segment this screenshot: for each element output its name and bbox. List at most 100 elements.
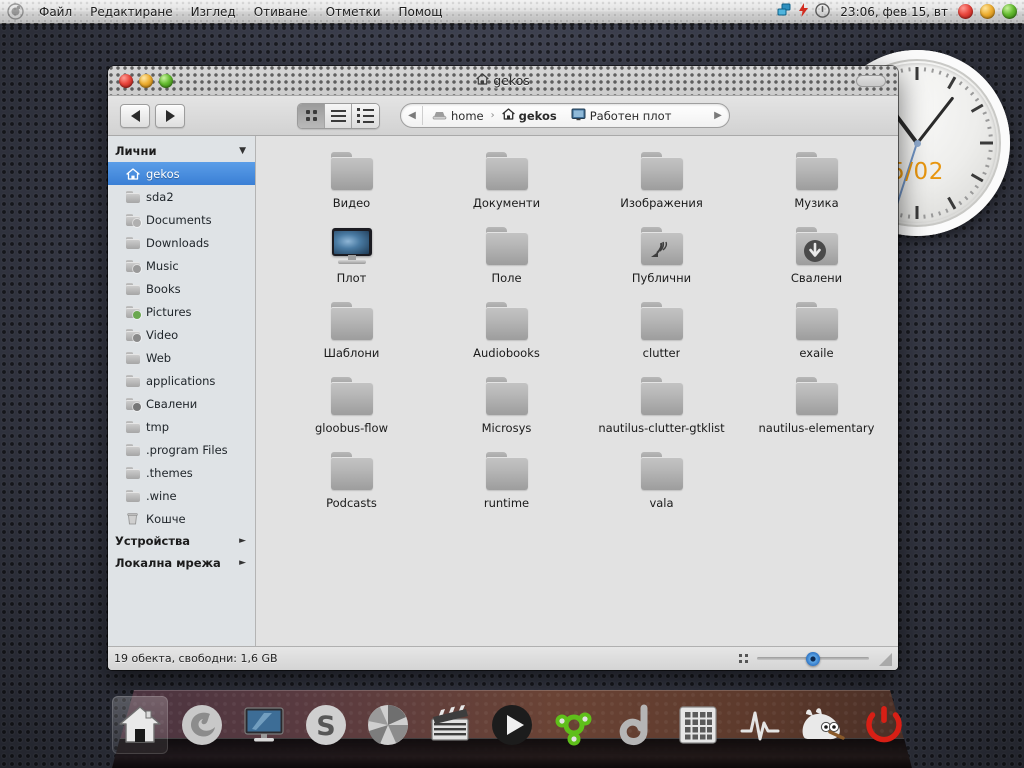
dock-item-monitor[interactable] (732, 696, 788, 754)
dock-item-home[interactable] (112, 696, 168, 754)
sidebar-item-gekos[interactable]: gekos (108, 162, 255, 185)
zoom-slider-knob[interactable] (806, 651, 820, 666)
breadcrumb-item-home[interactable]: home (425, 105, 491, 126)
folder-downloads-icon (126, 397, 141, 411)
file-icon-item[interactable]: Музика (739, 150, 894, 225)
breadcrumb-item-desktop[interactable]: Работен плот (564, 105, 679, 126)
clock-tick (988, 149, 993, 152)
clock-tick (947, 196, 957, 210)
back-button[interactable] (120, 103, 150, 128)
breadcrumb-scroll-left[interactable]: ◀ (404, 110, 420, 121)
dock-item-gimp[interactable] (794, 696, 850, 754)
sidebar-section-devices[interactable]: Устройства ► (108, 530, 255, 552)
sidebar-item-свалени[interactable]: Свалени (108, 392, 255, 415)
dock-item-shutter[interactable] (360, 696, 416, 754)
trash-icon (126, 512, 140, 525)
close-button[interactable] (119, 73, 133, 88)
file-icon-item[interactable]: Плот (274, 225, 429, 300)
view-compact[interactable] (325, 103, 352, 128)
file-icon-item[interactable]: Свалени (739, 225, 894, 300)
sidebar-section-personal[interactable]: Лични ▼ (108, 140, 255, 162)
dock-item-movie[interactable] (422, 696, 478, 754)
menu-bookmarks[interactable]: Отметки (317, 1, 390, 23)
dock-item-player[interactable] (484, 696, 540, 754)
zoom-slider[interactable] (757, 651, 869, 666)
sidebar-item-applications[interactable]: applications (108, 369, 255, 392)
dock-item-docky[interactable] (608, 696, 664, 754)
file-icon-label: Поле (491, 271, 522, 285)
file-icon-item[interactable]: Видео (274, 150, 429, 225)
sidebar-item-tmp[interactable]: tmp (108, 415, 255, 438)
minimize-button[interactable] (139, 73, 153, 88)
window-titlebar[interactable]: gekos (108, 66, 898, 96)
tray-led-yellow[interactable] (980, 4, 995, 19)
sidebar-item-sda2[interactable]: sda2 (108, 185, 255, 208)
sidebar-section-network[interactable]: Локална мрежа ► (108, 552, 255, 574)
dock-item-firefox[interactable] (174, 696, 230, 754)
sidebar-item-video[interactable]: Video (108, 323, 255, 346)
sidebar-item-themes[interactable]: .themes (108, 461, 255, 484)
sidebar-item-wine[interactable]: .wine (108, 484, 255, 507)
file-icon-item[interactable]: clutter (584, 300, 739, 375)
file-icon-item[interactable]: vala (584, 450, 739, 525)
file-icon-item[interactable]: Изображения (584, 150, 739, 225)
menu-file[interactable]: Файл (30, 1, 81, 23)
distro-logo-icon[interactable] (0, 0, 30, 24)
menu-go[interactable]: Отиване (245, 1, 317, 23)
resize-grip-icon[interactable] (878, 651, 892, 666)
file-icon-item[interactable]: Публични (584, 225, 739, 300)
zoom-level-icon[interactable] (739, 654, 748, 663)
caret-right-icon[interactable]: ► (239, 536, 246, 546)
sidebar-item-music[interactable]: Music (108, 254, 255, 277)
file-icon-item[interactable]: Поле (429, 225, 584, 300)
tray-led-red[interactable] (958, 4, 973, 19)
menu-help[interactable]: Помощ (390, 1, 452, 23)
breadcrumb-item-gekos[interactable]: gekos (495, 105, 564, 126)
file-icon-item[interactable]: gloobus-flow (274, 375, 429, 450)
forward-button[interactable] (155, 103, 185, 128)
breadcrumb-scroll-right[interactable]: ▶ (710, 110, 726, 121)
tray-clock[interactable]: 23:06, фев 15, вт (837, 5, 951, 19)
folder-icon (126, 351, 140, 364)
file-icon-item[interactable]: nautilus-clutter-gtklist (584, 375, 739, 450)
caret-right-icon[interactable]: ► (239, 558, 246, 568)
sidebar-item-documents[interactable]: Documents (108, 208, 255, 231)
dock-item-display[interactable] (236, 696, 292, 754)
session-indicator-icon[interactable] (815, 2, 831, 21)
menu-view[interactable]: Изглед (182, 1, 245, 23)
home-icon (126, 167, 140, 180)
dock-item-shutdown[interactable] (856, 696, 912, 754)
clock-tick (958, 81, 963, 86)
sidebar-item-books[interactable]: Books (108, 277, 255, 300)
tray-led-green[interactable] (1002, 4, 1017, 19)
file-icon-item[interactable]: runtime (429, 450, 584, 525)
sidebar-item-web[interactable]: Web (108, 346, 255, 369)
window-grip[interactable] (856, 74, 886, 87)
sidebar-item-program-files[interactable]: .program Files (108, 438, 255, 461)
dock-item-ubuntu[interactable] (546, 696, 602, 754)
file-icon-item[interactable]: nautilus-elementary (739, 375, 894, 450)
power-bolt-icon[interactable] (799, 3, 809, 20)
file-icon-item[interactable]: exaile (739, 300, 894, 375)
maximize-button[interactable] (159, 73, 173, 88)
network-icon[interactable] (777, 3, 792, 20)
menu-edit[interactable]: Редактиране (81, 1, 182, 23)
view-list[interactable] (352, 103, 379, 128)
file-icon-item[interactable]: Документи (429, 150, 584, 225)
file-icon-item[interactable]: Шаблони (274, 300, 429, 375)
caret-down-icon[interactable]: ▼ (239, 146, 246, 156)
file-icon-item[interactable]: Microsys (429, 375, 584, 450)
dock-item-skype[interactable]: S (298, 696, 354, 754)
file-icon-label: Видео (332, 196, 371, 210)
folder-icon (329, 302, 375, 342)
file-icon-item[interactable]: Podcasts (274, 450, 429, 525)
icon-view[interactable]: Видео Документи Изображения Музика Плот Поле П… (256, 136, 898, 646)
clock-tick (970, 91, 974, 96)
dock-item-calculator[interactable] (670, 696, 726, 754)
sidebar-item-pictures[interactable]: Pictures (108, 300, 255, 323)
view-icons[interactable] (298, 103, 325, 128)
sidebar-item-downloads[interactable]: Downloads (108, 231, 255, 254)
sidebar-item-кошче[interactable]: Кошче (108, 507, 255, 530)
clock-center-pin (913, 139, 921, 147)
file-icon-item[interactable]: Audiobooks (429, 300, 584, 375)
